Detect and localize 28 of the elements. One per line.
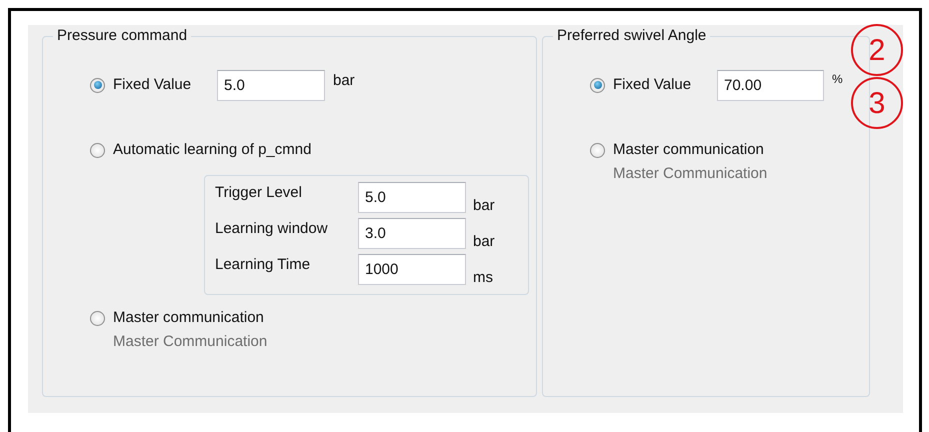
unit-label: bar [473, 232, 495, 252]
callout-number: 2 [851, 24, 903, 76]
input-field[interactable]: 5.0 [358, 182, 466, 213]
callout-number: 3 [851, 77, 903, 129]
input-field[interactable]: 1000 [358, 254, 466, 285]
radio-label[interactable]: Fixed Value [613, 74, 709, 96]
unit-label: ms [473, 268, 493, 288]
radio-label[interactable]: Automatic learning of p_cmnd [113, 138, 312, 162]
radio-label[interactable]: Master communication [613, 138, 764, 162]
radio-button[interactable] [90, 142, 105, 158]
radio-button[interactable] [90, 310, 105, 326]
field-label: Learning Time [215, 255, 312, 275]
field-label: Learning window [215, 219, 329, 239]
input-field[interactable]: 5.0 [217, 70, 325, 100]
unit-label: bar [333, 71, 355, 91]
input-field[interactable]: 70.00 [717, 70, 824, 100]
note-text: Master Communication [613, 164, 768, 184]
unit-label: bar [473, 196, 495, 216]
radio-label[interactable]: Fixed Value [113, 74, 209, 96]
radio-button[interactable] [590, 142, 605, 158]
input-field[interactable]: 3.0 [358, 218, 466, 249]
radio-button[interactable] [90, 78, 105, 92]
field-label: Trigger Level [215, 183, 303, 203]
radio-label[interactable]: Master communication [113, 306, 264, 330]
note-text: Master Communication [113, 332, 268, 352]
unit-label: % [832, 71, 843, 88]
group-title: Preferred swivel Angle [553, 26, 710, 46]
radio-button[interactable] [590, 78, 605, 92]
